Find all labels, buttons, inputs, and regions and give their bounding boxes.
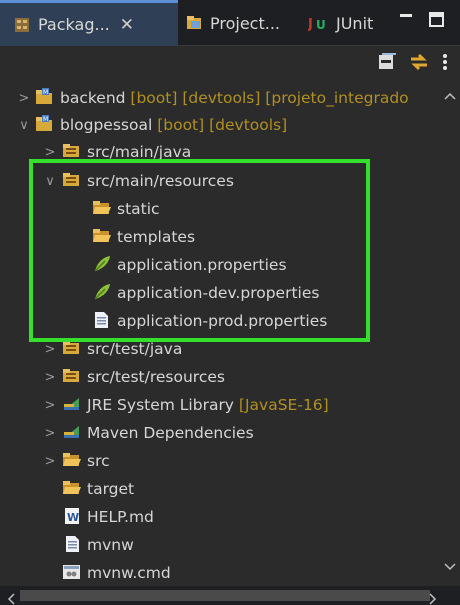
tab-junit[interactable]: JU JUnit <box>302 0 382 46</box>
chevron-down-icon[interactable]: ∨ <box>43 174 57 189</box>
folder-icon <box>63 480 81 498</box>
view-menu-icon[interactable] <box>438 52 452 72</box>
tree-item-label: HELP.md <box>87 508 154 526</box>
tree-item-backend[interactable]: > M backend [boot] [devtools] [projeto_i… <box>0 84 440 112</box>
folder-icon <box>63 452 81 470</box>
tree-item-label: static <box>117 200 160 218</box>
tree-item-label: templates <box>117 228 196 246</box>
source-folder-icon <box>63 340 81 358</box>
tree-item-src-test-resources[interactable]: > src/test/resources <box>0 363 440 391</box>
tree-item-label: target <box>87 480 135 498</box>
tab-label: JUnit <box>336 13 374 33</box>
tree-item-mvnw[interactable]: mvnw <box>0 531 440 559</box>
tree-item-label: application.properties <box>117 256 287 274</box>
vertical-scrollbar[interactable] <box>440 78 460 586</box>
tree-item-static[interactable]: static <box>0 195 440 223</box>
chevron-right-icon[interactable]: > <box>43 398 57 413</box>
tree-item-label: src/test/java <box>87 340 183 358</box>
tree-item-help-md[interactable]: W HELP.md <box>0 503 440 531</box>
source-folder-icon <box>63 143 81 161</box>
junit-icon: JU <box>307 15 328 32</box>
svg-text:U: U <box>316 18 326 31</box>
svg-text:M: M <box>43 116 48 123</box>
word-document-icon: W <box>64 507 82 525</box>
chevron-left-icon[interactable] <box>6 590 16 605</box>
tree-item-label: backend <box>60 89 126 107</box>
tree-item-src-test-java[interactable]: > src/test/java <box>0 335 440 363</box>
project-icon: M <box>36 88 54 106</box>
tree-item-label: src/main/java <box>87 143 192 161</box>
tab-label: Project... <box>210 13 280 33</box>
chevron-right-icon[interactable]: > <box>17 91 31 106</box>
tree-item-label: mvnw <box>87 536 134 554</box>
project-explorer-icon <box>186 15 202 31</box>
minimize-icon[interactable] <box>397 10 415 32</box>
tree-item-label: src/test/resources <box>87 368 225 386</box>
view-tab-bar: Packag... ✕ Project... JU JUnit <box>0 0 460 46</box>
tree-item-label: src/main/resources <box>87 172 234 190</box>
text-file-icon <box>65 535 83 553</box>
tree-item-label: blogpessoal <box>60 116 153 134</box>
svg-text:M: M <box>43 89 48 96</box>
tab-project-explorer[interactable]: Project... <box>178 0 296 46</box>
chevron-right-icon[interactable]: > <box>43 454 57 469</box>
collapse-all-icon[interactable] <box>376 52 398 72</box>
folder-icon <box>93 228 111 246</box>
package-explorer-icon <box>14 17 30 33</box>
tree-item-label: Maven Dependencies <box>87 424 254 442</box>
chevron-down-icon[interactable] <box>444 557 456 576</box>
link-with-editor-icon[interactable] <box>408 52 430 72</box>
tree-item-target[interactable]: target <box>0 475 440 503</box>
horizontal-scrollbar[interactable] <box>0 586 460 605</box>
cmd-file-icon <box>63 564 81 582</box>
maximize-icon[interactable] <box>428 10 446 32</box>
tree-item-blogpessoal[interactable]: ∨ M blogpessoal [boot] [devtools] <box>0 111 440 139</box>
tree-item-jre-system-library[interactable]: > JRE System Library [JavaSE-16] <box>0 391 440 419</box>
chevron-down-icon[interactable]: ∨ <box>17 118 31 133</box>
properties-file-icon <box>93 283 111 301</box>
tree-item-src-main-java[interactable]: > src/main/java <box>0 138 440 166</box>
svg-text:W: W <box>67 511 79 524</box>
tree-item-label: application-prod.properties <box>117 312 328 330</box>
chevron-right-icon[interactable]: > <box>43 145 57 160</box>
folder-icon <box>93 200 111 218</box>
tree-item-src[interactable]: > src <box>0 447 440 475</box>
chevron-right-icon[interactable]: > <box>43 370 57 385</box>
properties-file-icon <box>93 255 111 273</box>
tree-item-application-properties[interactable]: application.properties <box>0 251 440 279</box>
tree-item-mvnw-cmd[interactable]: mvnw.cmd <box>0 559 440 586</box>
tree-item-templates[interactable]: templates <box>0 223 440 251</box>
project-icon: M <box>36 115 54 133</box>
tree-item-decoration: [boot] [devtools] [projeto_integrado <box>125 89 409 107</box>
chevron-right-icon[interactable] <box>428 590 438 605</box>
chevron-up-icon[interactable] <box>444 86 456 105</box>
chevron-right-icon[interactable]: > <box>43 426 57 441</box>
library-icon <box>63 424 81 442</box>
tree-item-application-prod-properties[interactable]: application-prod.properties <box>0 307 440 335</box>
tree-item-decoration: [boot] [devtools] <box>152 116 288 134</box>
tree-item-label: mvnw.cmd <box>87 564 171 582</box>
tree-item-decoration: [JavaSE-16] <box>234 396 329 414</box>
source-folder-icon <box>63 368 81 386</box>
tree-item-src-main-resources[interactable]: ∨ src/main/resources <box>0 167 440 195</box>
close-icon[interactable]: ✕ <box>120 15 134 35</box>
scrollbar-thumb[interactable] <box>20 590 430 601</box>
tree-item-label: JRE System Library <box>87 396 234 414</box>
tree-item-maven-dependencies[interactable]: > Maven Dependencies <box>0 419 440 447</box>
tree-item-label: application-dev.properties <box>117 284 320 302</box>
chevron-right-icon[interactable]: > <box>43 342 57 357</box>
tree-item-application-dev-properties[interactable]: application-dev.properties <box>0 279 440 307</box>
project-tree: > M backend [boot] [devtools] [projeto_i… <box>0 78 440 586</box>
tab-label: Packag... <box>38 15 110 34</box>
svg-text:J: J <box>308 17 313 31</box>
library-icon <box>63 396 81 414</box>
tree-item-label: src <box>87 452 110 470</box>
tab-package-explorer[interactable]: Packag... ✕ <box>0 0 178 46</box>
view-toolbar <box>0 46 460 78</box>
source-folder-icon <box>63 172 81 190</box>
text-file-icon <box>94 311 112 329</box>
